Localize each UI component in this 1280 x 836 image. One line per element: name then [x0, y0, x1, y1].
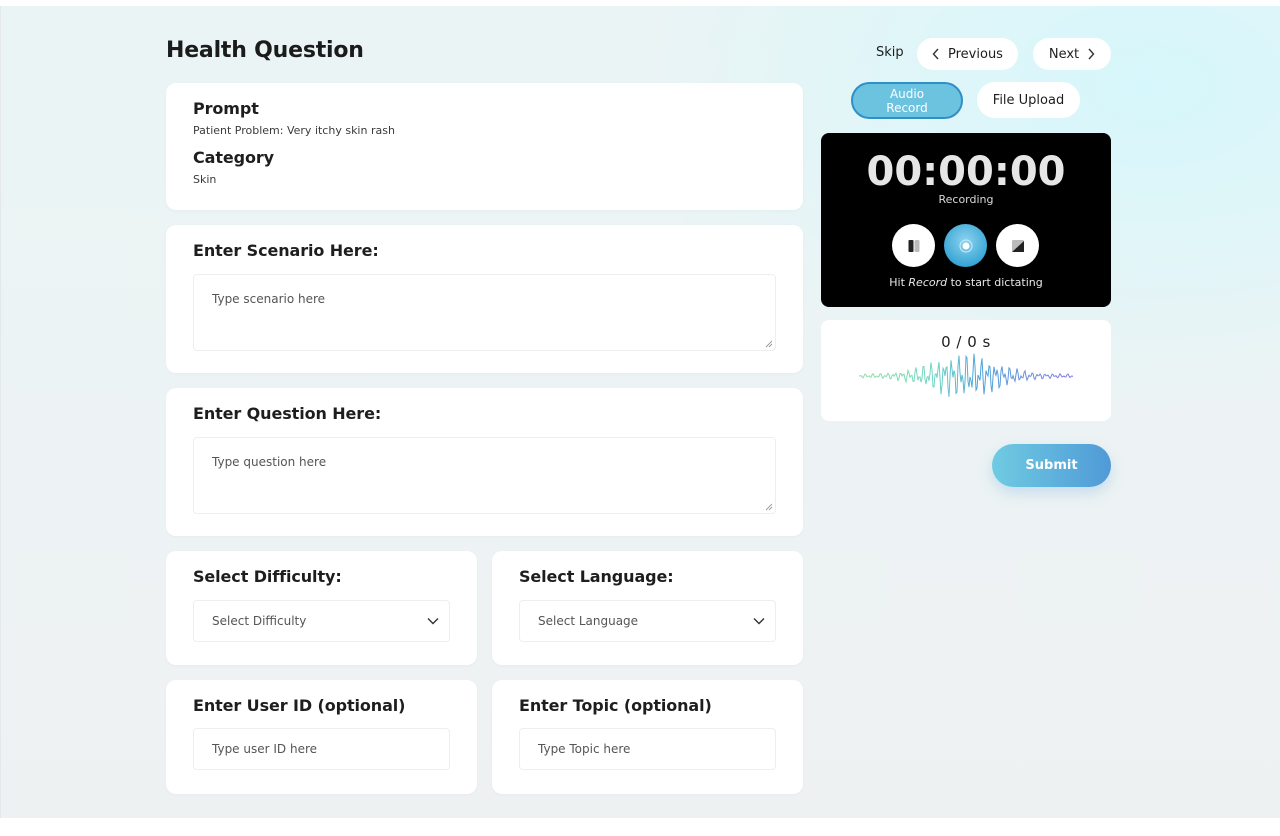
- resize-handle-icon[interactable]: [765, 340, 773, 348]
- topic-heading: Enter Topic (optional): [519, 696, 712, 715]
- language-card: Select Language: Select Language: [492, 551, 803, 665]
- skip-button[interactable]: Skip: [876, 45, 904, 60]
- prompt-card: Prompt Patient Problem: Very itchy skin …: [166, 83, 803, 210]
- recording-timer: 00:00:00: [866, 149, 1066, 195]
- user-id-card: Enter User ID (optional) Type user ID he…: [166, 680, 477, 794]
- tab-audio-label-line1: Audio: [889, 87, 925, 101]
- hint-suffix: to start dictating: [950, 276, 1043, 289]
- category-heading: Category: [193, 148, 275, 167]
- recording-status: Recording: [938, 193, 994, 206]
- topic-input[interactable]: Type Topic here: [519, 728, 776, 770]
- page-title: Health Question: [166, 38, 364, 63]
- previous-label: Previous: [948, 46, 1003, 62]
- tab-audio-label-line2: Record: [886, 101, 928, 115]
- scenario-textarea[interactable]: Type scenario here: [193, 274, 776, 351]
- tab-file-upload[interactable]: File Upload: [977, 82, 1080, 118]
- question-textarea[interactable]: Type question here: [193, 437, 776, 514]
- difficulty-select[interactable]: Select Difficulty: [193, 600, 450, 642]
- next-button[interactable]: Next: [1033, 38, 1111, 70]
- difficulty-card: Select Difficulty: Select Difficulty: [166, 551, 477, 665]
- record-icon: [959, 239, 972, 252]
- topic-placeholder: Type Topic here: [538, 742, 631, 756]
- tab-audio-record[interactable]: Audio Record: [851, 82, 963, 119]
- bottom-strip: [0, 818, 1280, 836]
- record-hint: Hit Record to start dictating: [821, 276, 1111, 289]
- pause-button[interactable]: [892, 224, 935, 267]
- difficulty-heading: Select Difficulty:: [193, 567, 342, 586]
- question-heading: Enter Question Here:: [193, 404, 382, 423]
- waveform-icon: [859, 353, 1074, 397]
- chevron-down-icon: [753, 618, 765, 625]
- submit-button[interactable]: Submit: [992, 444, 1111, 487]
- previous-button[interactable]: Previous: [917, 38, 1018, 70]
- language-select[interactable]: Select Language: [519, 600, 776, 642]
- pause-icon: [908, 239, 919, 252]
- user-id-input[interactable]: Type user ID here: [193, 728, 450, 770]
- user-id-heading: Enter User ID (optional): [193, 696, 406, 715]
- language-selected: Select Language: [538, 614, 639, 628]
- chevron-down-icon: [427, 618, 439, 625]
- record-button[interactable]: [944, 224, 987, 267]
- hint-emphasis: Record: [908, 276, 948, 289]
- stop-button[interactable]: [996, 224, 1039, 267]
- user-id-placeholder: Type user ID here: [212, 742, 317, 756]
- next-label: Next: [1048, 46, 1080, 62]
- chevron-left-icon: [932, 48, 939, 60]
- prompt-heading: Prompt: [193, 99, 259, 118]
- chevron-right-icon: [1088, 48, 1095, 60]
- waveform-card: 0 / 0 s: [821, 320, 1111, 421]
- difficulty-selected: Select Difficulty: [212, 614, 307, 628]
- resize-handle-icon[interactable]: [765, 503, 773, 511]
- scenario-heading: Enter Scenario Here:: [193, 241, 379, 260]
- scenario-placeholder: Type scenario here: [212, 292, 326, 306]
- hint-prefix: Hit: [889, 276, 905, 289]
- topic-card: Enter Topic (optional) Type Topic here: [492, 680, 803, 794]
- question-placeholder: Type question here: [212, 455, 327, 469]
- question-card: Enter Question Here: Type question here: [166, 388, 803, 536]
- language-heading: Select Language:: [519, 567, 674, 586]
- stop-icon: [1011, 239, 1024, 252]
- scenario-card: Enter Scenario Here: Type scenario here: [166, 225, 803, 373]
- recorder-panel: 00:00:00 Recording Hit Record to start d…: [821, 133, 1111, 307]
- category-value: Skin: [193, 173, 217, 186]
- prompt-text: Patient Problem: Very itchy skin rash: [193, 124, 395, 137]
